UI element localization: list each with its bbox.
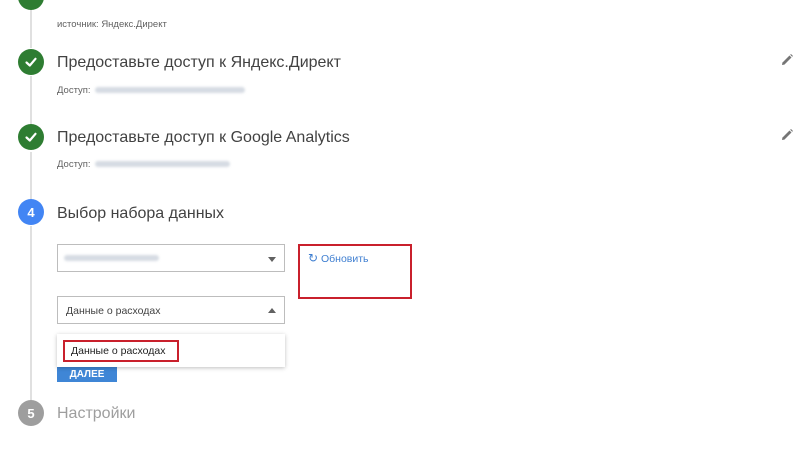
step-1-status-icon <box>18 0 44 10</box>
dataset-select-redacted-value <box>64 255 159 261</box>
step-2-access: Доступ: <box>57 85 245 96</box>
step-2-access-redacted <box>94 87 245 94</box>
step-3-access: Доступ: <box>57 159 230 170</box>
check-icon <box>25 132 37 142</box>
step-1-source-caption: источник: Яндекс.Директ <box>57 19 167 30</box>
step-4-title: Выбор набора данных <box>57 205 225 222</box>
step-3-pencil-icon[interactable] <box>780 128 794 142</box>
step-3-access-redacted <box>94 161 230 168</box>
step-3-access-label: Доступ: <box>57 159 91 170</box>
step-2-access-label: Доступ: <box>57 85 91 96</box>
step-3-check-icon <box>18 124 44 150</box>
step-5-number-badge: 5 <box>18 400 44 426</box>
data-type-select[interactable]: Данные о расходах <box>57 296 285 324</box>
option-highlight-box <box>63 340 179 362</box>
step-2-check-icon <box>18 49 44 75</box>
chevron-down-icon <box>268 257 276 262</box>
step-5-title: Настройки <box>57 405 136 422</box>
step-connector-3 <box>30 152 32 200</box>
check-icon <box>25 57 37 67</box>
step-connector-2 <box>30 76 32 124</box>
dataset-select[interactable] <box>57 244 285 272</box>
chevron-up-icon <box>268 308 276 313</box>
step-3-title[interactable]: Предоставьте доступ к Google Analytics <box>57 129 350 147</box>
step-4-number-badge: 4 <box>18 199 44 225</box>
step-2-pencil-icon[interactable] <box>780 53 794 67</box>
step-2-title[interactable]: Предоставьте доступ к Яндекс.Директ <box>57 54 341 72</box>
data-type-select-value: Данные о расходах <box>66 305 161 317</box>
refresh-highlight-box <box>298 244 412 299</box>
step-connector-4 <box>30 226 32 400</box>
